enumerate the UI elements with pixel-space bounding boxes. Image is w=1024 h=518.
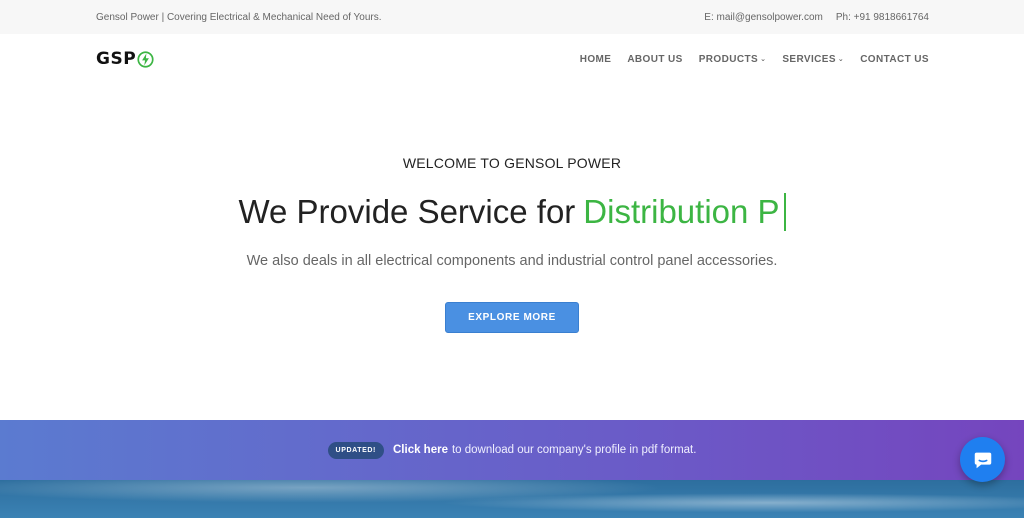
contact-phone[interactable]: Ph: +91 9818661764 <box>836 12 929 23</box>
top-info-bar: Gensol Power | Covering Electrical & Mec… <box>0 0 1024 34</box>
sky-background-image <box>0 480 1024 518</box>
download-profile-link[interactable]: Click here <box>393 444 448 456</box>
profile-download-banner: UPDATED! Click here to download our comp… <box>0 420 1024 480</box>
hero-subtext: We also deals in all electrical componen… <box>246 253 778 269</box>
nav-menu: HOME ABOUT US PRODUCTS ⌄ SERVICES ⌄ CONTAC… <box>580 54 929 65</box>
chevron-down-icon: ⌄ <box>760 56 767 63</box>
main-navbar: GSP HOME ABOUT US PRODUCTS ⌄ SERVICES ⌄ CO… <box>0 34 1024 84</box>
explore-more-button[interactable]: EXPLORE MORE <box>445 302 579 333</box>
headline-prefix: We Provide Service for <box>238 193 576 230</box>
hero-section: WELCOME TO GENSOL POWER We Provide Servi… <box>0 84 1024 420</box>
hero-headline: We Provide Service for Distribution P <box>238 193 786 231</box>
headline-typed-text: Distribution P <box>583 193 780 230</box>
nav-about-us[interactable]: ABOUT US <box>627 54 682 65</box>
hero-welcome: WELCOME TO GENSOL POWER <box>402 155 622 171</box>
site-logo[interactable]: GSP <box>96 49 154 69</box>
nav-services[interactable]: SERVICES ⌄ <box>782 54 844 65</box>
nav-products[interactable]: PRODUCTS ⌄ <box>699 54 767 65</box>
site-tagline: Gensol Power | Covering Electrical & Mec… <box>96 11 382 23</box>
chat-widget-button[interactable] <box>960 437 1005 482</box>
logo-text: GSP <box>96 49 137 69</box>
chevron-down-icon: ⌄ <box>837 56 845 63</box>
banner-text: to download our company's profile in pdf… <box>451 444 697 456</box>
contact-info: E: mail@gensolpower.com Ph: +91 98186617… <box>704 12 929 23</box>
nav-home[interactable]: HOME <box>580 54 612 65</box>
lightning-bolt-icon <box>137 50 154 68</box>
updated-badge: UPDATED! <box>327 441 384 459</box>
nav-contact-us[interactable]: CONTACT US <box>860 54 929 65</box>
contact-email[interactable]: E: mail@gensolpower.com <box>704 12 823 23</box>
typing-cursor <box>783 193 786 231</box>
chat-bubble-icon <box>974 452 991 468</box>
